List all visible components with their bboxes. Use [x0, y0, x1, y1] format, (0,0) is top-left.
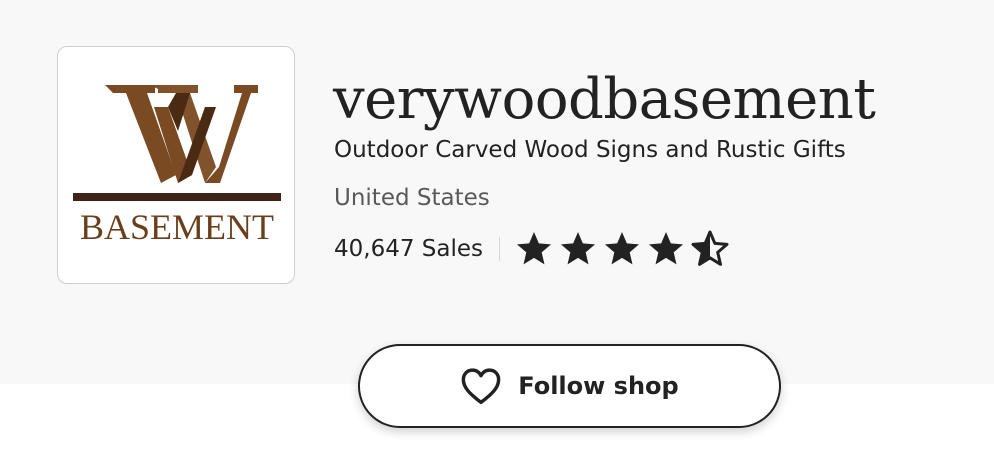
- star-full-icon: [605, 232, 640, 265]
- heart-outline-icon: [461, 368, 501, 405]
- rating-stars[interactable]: [514, 229, 730, 269]
- star-half-icon: [691, 230, 729, 266]
- shop-name: verywoodbasement: [333, 67, 876, 132]
- sales-count: 40,647 Sales: [334, 236, 484, 262]
- star-full-icon: [517, 232, 552, 265]
- shop-tagline: Outdoor Carved Wood Signs and Rustic Gif…: [334, 137, 846, 163]
- stats-divider: [499, 237, 501, 261]
- star-full-icon: [649, 232, 684, 265]
- follow-shop-label: Follow shop: [518, 372, 679, 400]
- shop-stats-row: 40,647 Sales: [334, 229, 730, 269]
- logo-bar: [73, 193, 281, 201]
- logo-wordmark: BASEMENT: [80, 207, 274, 247]
- star-full-icon: [561, 232, 596, 265]
- shop-logo-image: BASEMENT: [73, 85, 281, 247]
- shop-logo[interactable]: BASEMENT: [57, 46, 295, 284]
- follow-shop-button[interactable]: Follow shop: [358, 344, 781, 428]
- shop-location: United States: [334, 185, 490, 211]
- shop-header-page: BASEMENT verywoodbasement Outdoor Carved…: [0, 0, 994, 462]
